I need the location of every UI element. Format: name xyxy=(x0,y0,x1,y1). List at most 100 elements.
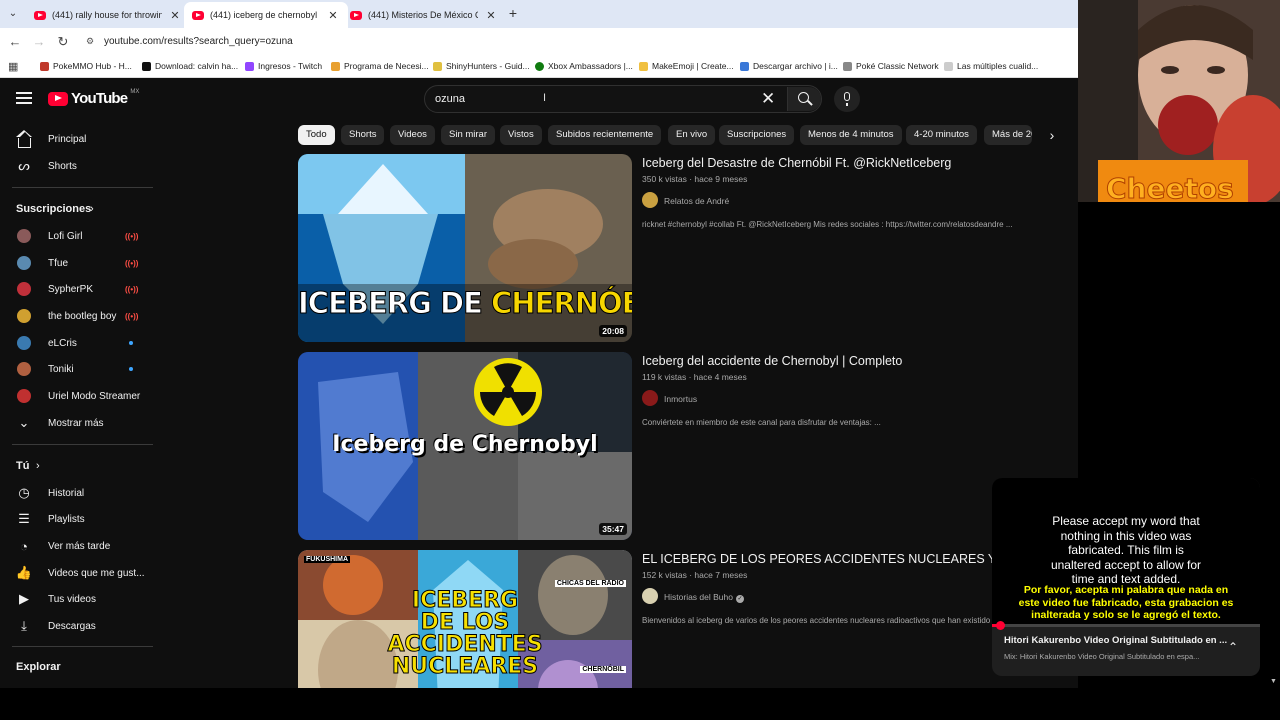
tab-search-chevron-icon[interactable]: ⌄ xyxy=(4,5,22,23)
sidebar-item-principal[interactable]: Principal xyxy=(0,126,156,152)
sidebar-item-label: Videos que me gust... xyxy=(48,567,145,579)
chip-menos-de-4-minutos[interactable]: Menos de 4 minutos xyxy=(800,125,902,145)
thumbnail-label: CHICAS DEL RADIO xyxy=(554,580,626,587)
bookmark-item[interactable]: Las múltiples cualid... xyxy=(944,61,1038,71)
youtube-logo[interactable]: YouTube MX xyxy=(48,89,139,107)
subscriptions-header[interactable]: Suscripciones › xyxy=(0,196,156,222)
search-input[interactable]: ozuna xyxy=(435,93,465,105)
sidebar-item-shorts[interactable]: ᔕ Shorts xyxy=(0,153,156,179)
video-thumbnail[interactable]: ICEBERG DE LOS ACCIDENTES NUCLEARES FUKU… xyxy=(298,550,632,688)
miniplayer-video[interactable]: Please accept my word that nothing in th… xyxy=(992,478,1260,626)
thumbnail-title-line: ICEBERG xyxy=(411,588,519,613)
clear-search-icon[interactable]: ✕ xyxy=(761,89,775,109)
tab-close-icon[interactable]: ✕ xyxy=(484,9,498,22)
sidebar-item-historial[interactable]: ◷ Historial xyxy=(0,480,156,506)
explore-header: Explorar xyxy=(0,654,156,680)
duration-badge: 35:47 xyxy=(599,523,627,535)
apps-grid-icon[interactable]: ▦ xyxy=(8,60,18,73)
sidebar-item-label: SypherPK xyxy=(48,283,94,295)
show-more-button[interactable]: ⌄ Mostrar más xyxy=(0,410,156,436)
chip-4-20-minutos[interactable]: 4-20 minutos xyxy=(906,125,977,145)
back-icon[interactable]: ← xyxy=(6,33,24,51)
chevron-right-icon: › xyxy=(36,460,40,472)
channel-name[interactable]: Historias del Buho ✓ xyxy=(664,592,744,603)
progress-scrubber[interactable] xyxy=(996,621,1006,630)
video-title[interactable]: EL ICEBERG DE LOS PEORES ACCIDENTES NUCL… xyxy=(642,552,1047,566)
sidebar-item-toniki[interactable]: Toniki xyxy=(0,356,156,382)
bookmark-item[interactable]: Download: calvin ha... xyxy=(142,61,238,71)
sidebar-item-lofi-girl[interactable]: Lofi Girl ((•)) xyxy=(0,223,156,249)
new-tab-button[interactable]: + xyxy=(504,4,522,22)
tab-rally-house[interactable]: (441) rally house for throwin it ✕ xyxy=(26,2,190,28)
sidebar-item-tfue[interactable]: Tfue ((•)) xyxy=(0,250,156,276)
microphone-icon xyxy=(844,92,850,101)
video-thumbnail[interactable]: ICEBERG DE CHERNÓBIL 20:08 xyxy=(298,154,632,342)
menu-icon[interactable] xyxy=(16,92,32,104)
sidebar-item-playlists[interactable]: ☰ Playlists xyxy=(0,506,156,532)
bookmark-item[interactable]: PokeMMO Hub - H... xyxy=(40,61,132,71)
chip-mas-de-20-minutos[interactable]: Más de 20 minutos xyxy=(984,125,1032,145)
bookmark-item[interactable]: MakeEmoji | Create... xyxy=(639,61,734,71)
result-item[interactable]: Iceberg de Chernobyl 35:47 Iceberg del a… xyxy=(298,352,1058,542)
avatar xyxy=(17,256,31,270)
video-thumbnail[interactable]: Iceberg de Chernobyl 35:47 xyxy=(298,352,632,540)
chip-en-vivo[interactable]: En vivo xyxy=(668,125,716,145)
reload-icon[interactable]: ↻ xyxy=(54,33,72,51)
bookmark-item[interactable]: Ingresos - Twitch xyxy=(245,61,322,71)
miniplayer-title[interactable]: Hitori Kakurenbo Video Original Subtitul… xyxy=(1004,635,1227,646)
bookmark-item[interactable]: Descargar archivo | i... xyxy=(740,61,838,71)
result-item[interactable]: ICEBERG DE LOS ACCIDENTES NUCLEARES FUKU… xyxy=(298,550,1058,688)
miniplayer-progress[interactable] xyxy=(992,621,1260,630)
channel-avatar[interactable] xyxy=(642,588,658,604)
channel-name[interactable]: Inmortus xyxy=(664,394,697,404)
bookmark-item[interactable]: Programa de Necesi... xyxy=(331,61,429,71)
chevron-right-icon[interactable]: › xyxy=(1042,125,1062,145)
you-header[interactable]: Tú › xyxy=(0,453,156,479)
channel-avatar[interactable] xyxy=(642,390,658,406)
tab-close-icon[interactable]: ✕ xyxy=(168,9,182,22)
chevron-up-icon[interactable]: ⌃ xyxy=(1228,640,1238,654)
tab-iceberg-chernobyl[interactable]: (441) iceberg de chernobyl - Yo ✕ xyxy=(184,2,348,28)
chip-shorts[interactable]: Shorts xyxy=(341,125,385,145)
sidebar-item-tus-videos[interactable]: ▶ Tus videos xyxy=(0,586,156,612)
bookmark-item[interactable]: Poké Classic Network xyxy=(843,61,939,71)
bookmark-item[interactable]: Xbox Ambassadors |... xyxy=(535,61,633,71)
miniplayer[interactable]: Please accept my word that nothing in th… xyxy=(992,478,1260,676)
search-button[interactable] xyxy=(787,87,821,111)
chip-videos[interactable]: Videos xyxy=(390,125,435,145)
chip-sin-mirar[interactable]: Sin mirar xyxy=(441,125,496,145)
microphone-stand xyxy=(846,103,848,106)
chip-subidos-recientemente[interactable]: Subidos recientemente xyxy=(548,125,662,145)
tab-close-icon[interactable]: ✕ xyxy=(326,9,340,22)
voice-search-button[interactable] xyxy=(834,86,860,112)
sidebar-item-elcris[interactable]: eLCris xyxy=(0,330,156,356)
sidebar-item-label: Tus videos xyxy=(48,593,96,605)
url-field[interactable]: youtube.com/results?search_query=ozuna xyxy=(104,36,293,47)
sidebar-item-sypherpk[interactable]: SypherPK ((•)) xyxy=(0,276,156,302)
result-item[interactable]: ICEBERG DE CHERNÓBIL 20:08 Iceberg del D… xyxy=(298,154,1058,344)
scroll-down-arrow-icon[interactable]: ▼ xyxy=(1270,678,1277,685)
sidebar-item-label: Mostrar más xyxy=(48,417,104,429)
youtube-favicon-icon xyxy=(350,10,362,20)
sidebar-item-descargas[interactable]: ⤓ Descargas xyxy=(0,613,156,639)
screen: ⌄ (441) rally house for throwin it ✕ (44… xyxy=(0,0,1280,720)
forward-icon[interactable]: → xyxy=(30,33,48,51)
tab-misterios-mexico[interactable]: (441) Misterios De México Que ✕ xyxy=(342,2,506,28)
sidebar-item-uriel-modo-streamer[interactable]: Uriel Modo Streamer xyxy=(0,383,156,409)
bookmark-favicon-icon xyxy=(639,61,648,71)
site-info-icon[interactable]: ⚙ xyxy=(86,36,94,47)
video-title[interactable]: Iceberg del Desastre de Chernóbil Ft. @R… xyxy=(642,156,951,170)
sidebar-item-videos-que-me-gustan[interactable]: 👍 Videos que me gust... xyxy=(0,560,156,586)
chip-suscripciones[interactable]: Suscripciones xyxy=(719,125,795,145)
channel-avatar[interactable] xyxy=(642,192,658,208)
miniplayer-subtitle: Mix: Hitori Kakurenbo Video Original Sub… xyxy=(1004,652,1200,661)
sidebar-item-the-bootleg-boy[interactable]: the bootleg boy ((•)) xyxy=(0,303,156,329)
bookmark-item[interactable]: ShinyHunters - Guid... xyxy=(433,61,530,71)
chip-vistos[interactable]: Vistos xyxy=(500,125,542,145)
sidebar-item-ver-mas-tarde[interactable]: ◔ Ver más tarde xyxy=(0,533,156,559)
divider xyxy=(12,444,153,445)
bookmark-label: MakeEmoji | Create... xyxy=(652,61,734,71)
chip-todo[interactable]: Todo xyxy=(298,125,335,145)
channel-name[interactable]: Relatos de André xyxy=(664,196,729,206)
video-title[interactable]: Iceberg del accidente de Chernobyl | Com… xyxy=(642,354,902,368)
